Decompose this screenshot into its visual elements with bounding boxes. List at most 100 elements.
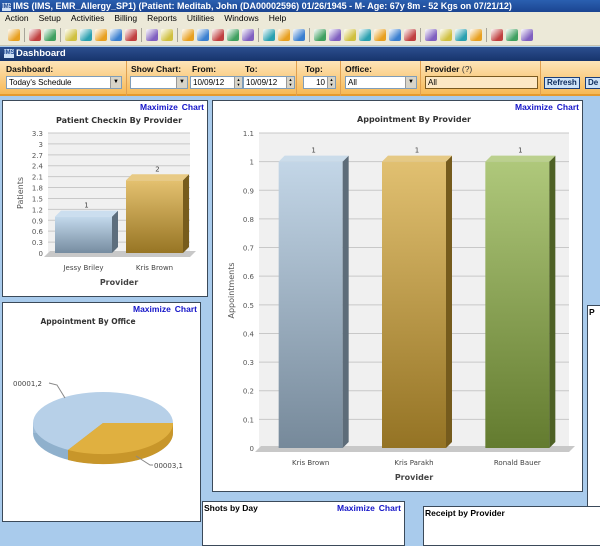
provider-input[interactable]: All [425, 76, 538, 89]
folder-icon[interactable] [65, 29, 77, 41]
y-axis-label: Appointments [227, 262, 236, 318]
from-label: From: [192, 64, 217, 74]
y-tick-label: 0.3 [243, 359, 254, 367]
spinner-icon[interactable]: ▲ ▼ [327, 77, 335, 88]
user-icon[interactable] [8, 29, 20, 41]
dashboard-select-value: Today's Schedule [9, 78, 72, 87]
refresh-icon[interactable] [506, 29, 518, 41]
office-label: Office: [345, 64, 372, 74]
maximize-chart-link[interactable]: Maximize Chart [129, 304, 197, 314]
spinner-icon[interactable]: ▲ ▼ [234, 77, 242, 88]
menu-action[interactable]: Action [0, 12, 34, 25]
bar-side [446, 155, 452, 449]
office-select[interactable]: All ▼ [345, 76, 417, 89]
billing-icon[interactable] [212, 29, 224, 41]
default-button[interactable]: De [585, 77, 600, 89]
lab-user-icon[interactable] [95, 29, 107, 41]
y-tick-label: 0.4 [243, 330, 255, 338]
bar-top [485, 155, 556, 162]
provider-help-link[interactable]: (?) [462, 64, 472, 74]
report-icon[interactable] [374, 29, 386, 41]
y-axis-label: Patients [16, 177, 25, 209]
alert-icon[interactable] [293, 29, 305, 41]
allergy-icon[interactable] [470, 29, 482, 41]
mail-icon[interactable] [344, 29, 356, 41]
bar-top [126, 174, 189, 181]
ledger-icon[interactable] [242, 29, 254, 41]
window-title: IMS (IMS, EMR_Allergy_SP1) (Patient: Med… [13, 1, 512, 11]
notes-icon[interactable] [80, 29, 92, 41]
menu-windows[interactable]: Windows [219, 12, 263, 25]
appointment-provider-chart: Appointment By Provider 0 0.1 0.2 0.3 0.4 0.5 0… [227, 115, 575, 482]
menu-reports[interactable]: Reports [142, 12, 182, 25]
top-input[interactable]: 10 ▲ ▼ [303, 76, 336, 89]
maximize-text: Maximize [337, 503, 375, 513]
dashboard-filter: Dashboard: Today's Schedule ▼ [0, 61, 127, 96]
globe-icon[interactable] [329, 29, 341, 41]
to-date-input[interactable]: 10/09/12 ▲ ▼ [243, 76, 295, 89]
panel-title: Shots by Day [204, 503, 258, 513]
menu-help[interactable]: Help [264, 12, 291, 25]
edit-user-icon[interactable] [44, 29, 56, 41]
x-tick-label: Jessy Briley [62, 264, 103, 272]
appointment-office-panel: Maximize Chart Appointment By Office 00001… [2, 302, 201, 522]
flask-icon[interactable] [125, 29, 137, 41]
from-date-value: 10/09/12 [193, 78, 225, 87]
refresh-button[interactable]: Refresh [544, 77, 580, 89]
dashboard-label: Dashboard: [6, 64, 54, 74]
menu-utilities[interactable]: Utilities [182, 12, 219, 25]
dashboard-title: Dashboard [16, 48, 66, 59]
letter-icon[interactable] [359, 29, 371, 41]
word-icon[interactable] [521, 29, 533, 41]
from-date-input[interactable]: 10/09/12 ▲ ▼ [190, 76, 243, 89]
doctor-icon[interactable] [29, 29, 41, 41]
spinner-icon[interactable]: ▲ ▼ [286, 77, 294, 88]
top-filter: Top: 10 ▲ ▼ [297, 61, 341, 96]
y-tick-label: 2.7 [32, 152, 43, 160]
bar-side [183, 174, 189, 253]
scan-icon[interactable] [425, 29, 437, 41]
y-tick-label: 2.1 [32, 174, 43, 182]
maximize-chart-link[interactable]: Maximize Chart [511, 102, 579, 112]
y-tick-label: 0.1 [243, 416, 254, 424]
dashboard-header: IMSDashboard [0, 47, 600, 61]
chevron-down-icon[interactable]: ▼ [110, 77, 121, 88]
tasks-icon[interactable] [278, 29, 290, 41]
data-label: 2 [155, 165, 159, 173]
chart-icon[interactable] [389, 29, 401, 41]
image-icon[interactable] [440, 29, 452, 41]
y-tick-label: 1.1 [243, 130, 254, 138]
chart-text: Chart [556, 102, 579, 112]
y-tick-label: 1.8 [32, 185, 43, 193]
panel-title: Receipt by Provider [425, 508, 505, 518]
menu-setup[interactable]: Setup [34, 12, 66, 25]
fileset-icon[interactable] [404, 29, 416, 41]
chevron-down-icon[interactable]: ▼ [405, 77, 416, 88]
maximize-chart-link[interactable]: Maximize Chart [136, 102, 204, 112]
maximize-chart-link[interactable]: Maximize Chart [333, 503, 401, 513]
data-label: 1 [415, 147, 419, 155]
document-icon[interactable] [146, 29, 158, 41]
injection-icon[interactable] [455, 29, 467, 41]
y-tick-label: 3 [39, 141, 43, 149]
y-tick-label: 0.2 [243, 388, 254, 396]
pencil-icon[interactable] [491, 29, 503, 41]
calendar-icon[interactable] [263, 29, 275, 41]
fax-icon[interactable] [314, 29, 326, 41]
dashboard-logo: IMS [4, 48, 15, 58]
payment-icon[interactable] [197, 29, 209, 41]
y-tick-label: 0.6 [32, 228, 44, 236]
rx-icon[interactable] [110, 29, 122, 41]
menu-activities[interactable]: Activities [66, 12, 110, 25]
y-tick-label: 0.7 [243, 245, 254, 253]
date-filter: Show Chart: ▼ From: 10/09/12 ▲ ▼ To: 10/09… [127, 61, 297, 96]
y-tick-label: 1.2 [32, 206, 43, 214]
show-chart-select[interactable]: ▼ [130, 76, 188, 89]
to-date-value: 10/09/12 [246, 78, 278, 87]
menu-billing[interactable]: Billing [109, 12, 142, 25]
chevron-down-icon[interactable]: ▼ [176, 77, 187, 88]
form-icon[interactable] [161, 29, 173, 41]
dashboard-select[interactable]: Today's Schedule ▼ [6, 76, 122, 89]
claims-icon[interactable] [227, 29, 239, 41]
dollar-icon[interactable] [182, 29, 194, 41]
